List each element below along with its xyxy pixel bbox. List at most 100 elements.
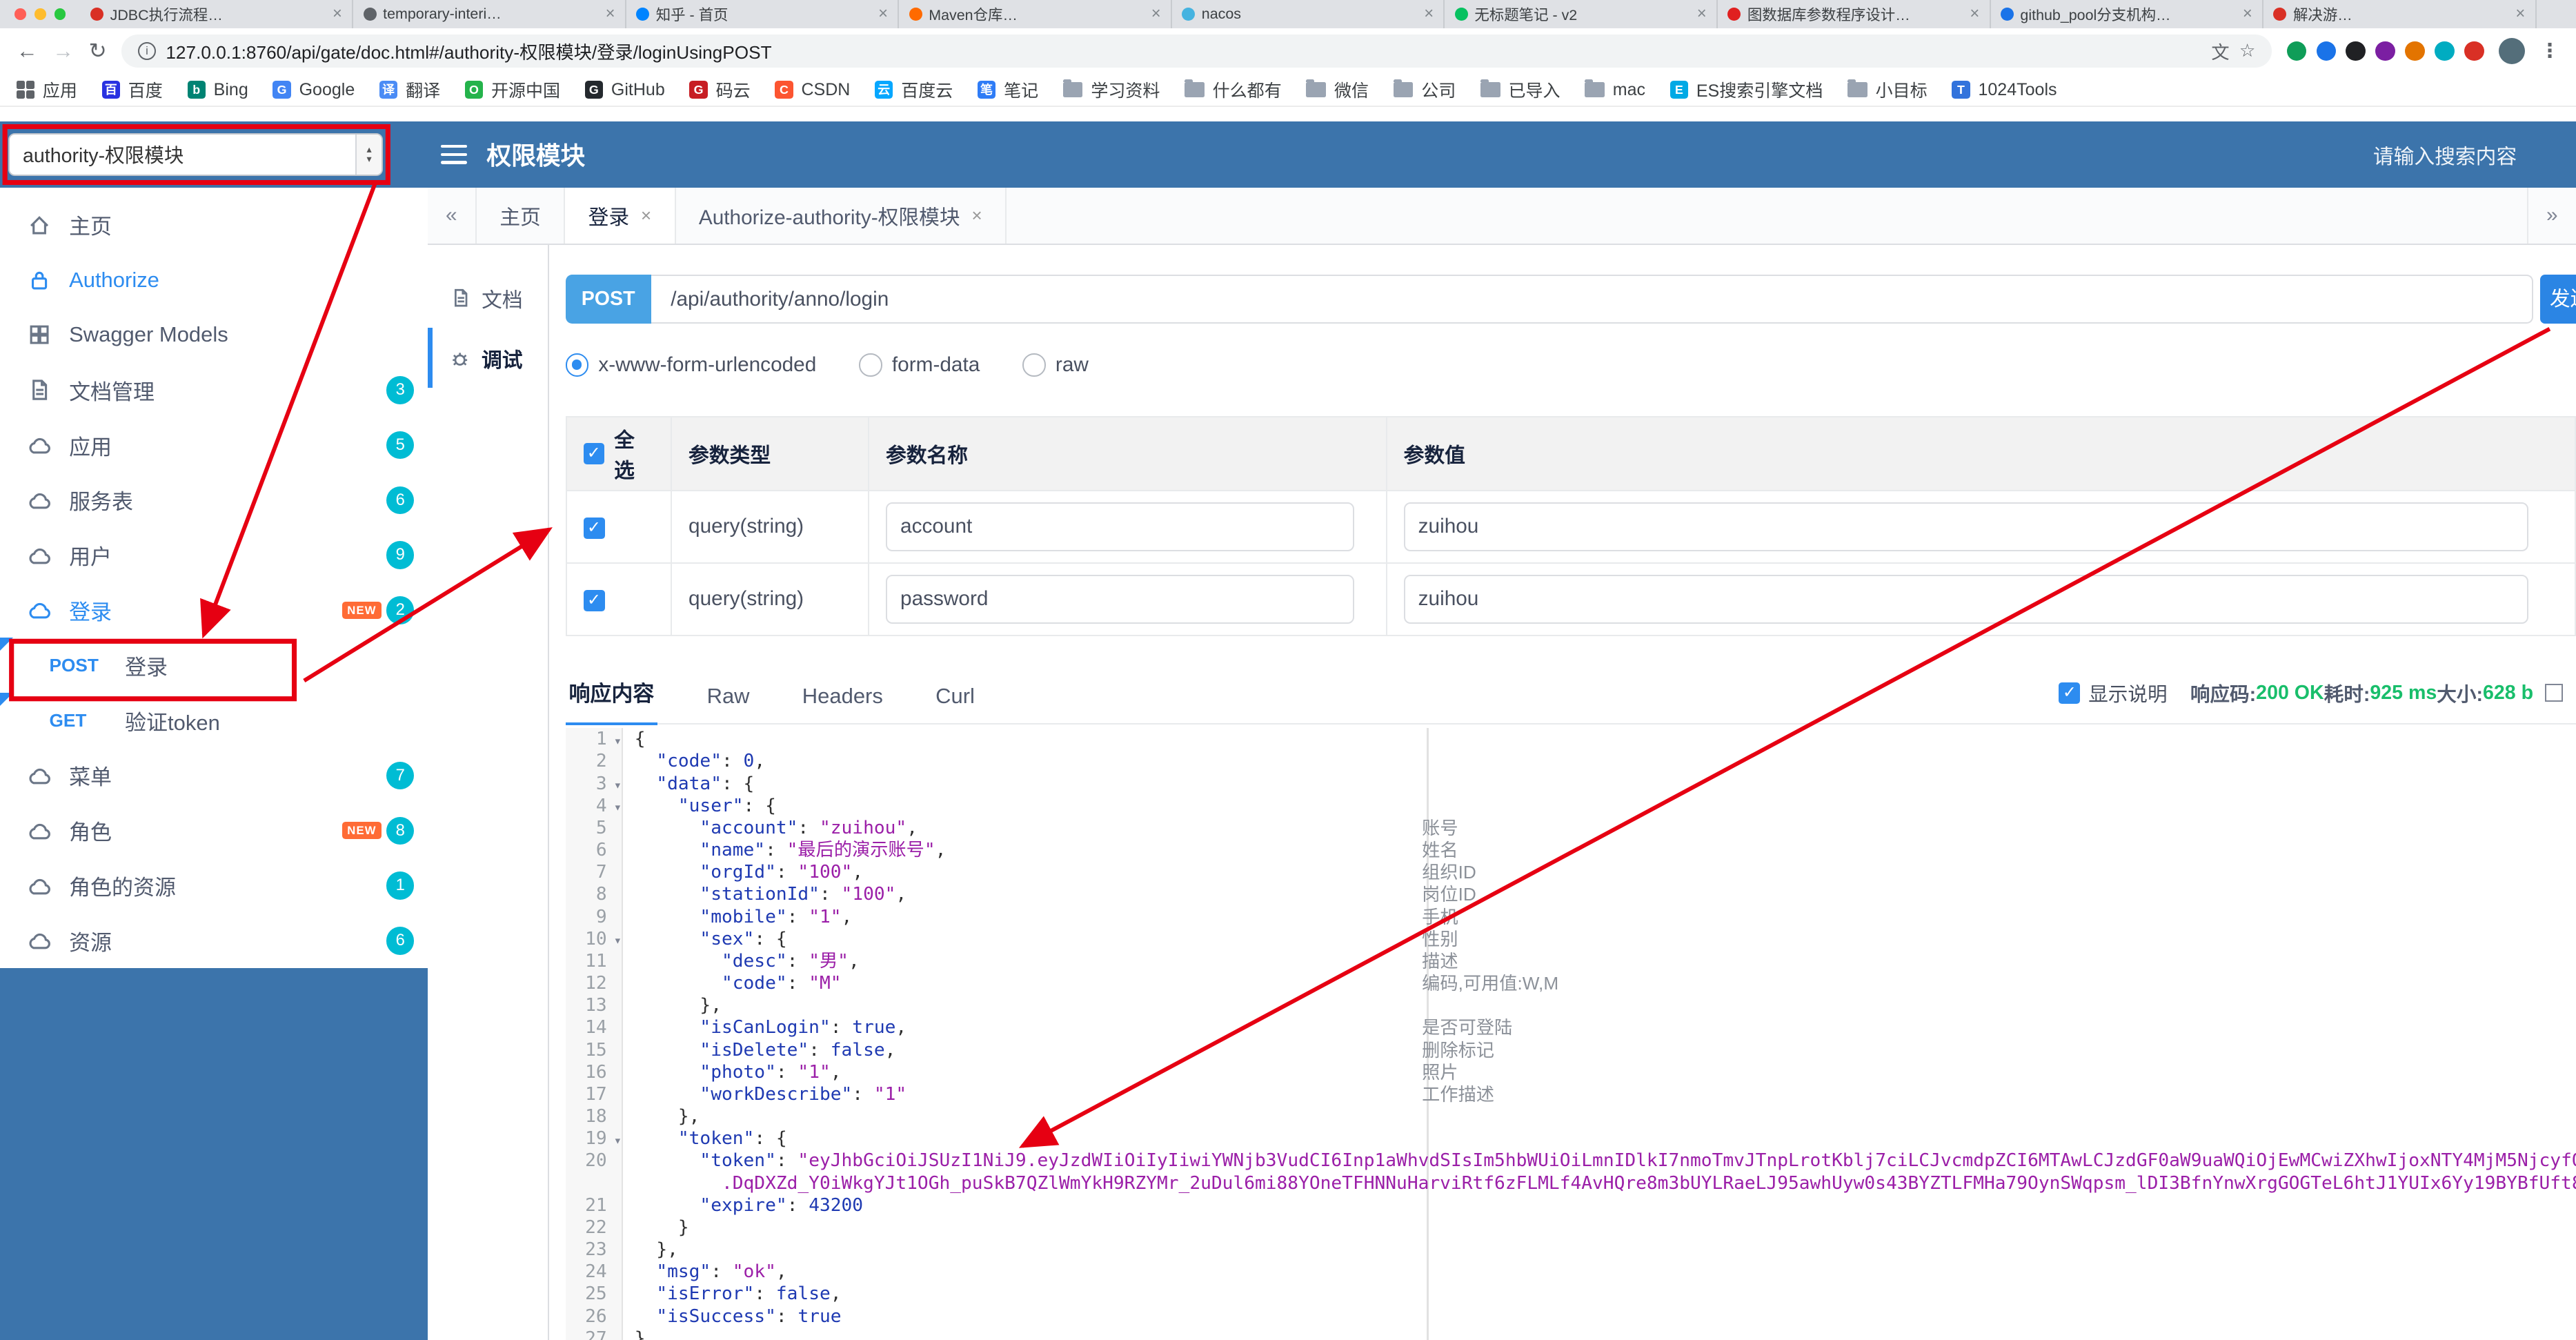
sidebar-item-12[interactable]: 角色的资源 1 [0,858,428,914]
browser-tab[interactable]: JDBC执行流程… × [81,0,354,28]
bookmark-item[interactable]: 译翻译 [379,77,440,102]
sidebar-item-7[interactable]: 登录 NEW 2 [0,583,428,638]
bookmark-item[interactable]: 百百度 [101,77,163,102]
bookmark-item[interactable]: mac [1585,79,1645,100]
extension-icon[interactable] [2286,41,2307,61]
browser-menu-icon[interactable]: ⋮ [2540,39,2560,63]
extension-icon[interactable] [2405,41,2425,61]
row-checkbox[interactable]: ✓ [583,517,605,539]
row-checkbox[interactable]: ✓ [583,589,605,611]
fold-caret[interactable]: ▾ [614,796,622,818]
tab-close-icon[interactable]: × [971,205,982,226]
extension-icon[interactable] [2464,41,2484,61]
extension-icon[interactable] [2346,41,2366,61]
param-value-input[interactable] [1403,574,2529,624]
page-info-icon[interactable]: i [137,41,157,60]
param-name-input[interactable] [885,574,1355,624]
doc-tab[interactable]: 登录 × [565,187,676,244]
select-all-checkbox[interactable]: ✓ [583,442,604,464]
bookmark-item[interactable]: 学习资料 [1062,77,1160,102]
sidebar-item-11[interactable]: 角色 NEW 8 [0,803,428,858]
select-stepper-icon[interactable]: ▴ ▾ [355,134,382,175]
tab-close-icon[interactable]: × [2515,4,2525,23]
bookmark-item[interactable]: T 1024Tools [1952,80,2057,100]
bookmark-item[interactable]: 已导入 [1480,77,1561,102]
show-desc-checkbox[interactable]: ✓ [2059,682,2081,704]
bookmark-item[interactable]: 小目标 [1847,77,1928,102]
browser-tab[interactable]: 无标题笔记 - v2 × [1445,0,1718,28]
forward-icon[interactable]: → [52,39,74,63]
side-nav-doc[interactable]: 文档 [428,268,548,328]
side-nav-debug[interactable]: 调试 [427,328,548,388]
param-value-input[interactable] [1403,502,2529,552]
browser-tab[interactable]: 图数据库参数程序设计… × [1718,0,1991,28]
tab-close-icon[interactable]: × [878,4,888,23]
fold-caret[interactable]: ▾ [614,1130,622,1152]
sidebar-item-10[interactable]: 菜单 7 [0,748,428,803]
address-bar[interactable]: i 127.0.0.1:8760/api/gate/doc.html#/auth… [121,35,2272,68]
sidebar-api-post[interactable]: POST 登录 [0,638,428,693]
browser-tab[interactable]: 解决游… × [2263,0,2537,28]
response-tab[interactable]: Raw [704,684,753,723]
tab-close-icon[interactable]: × [2243,4,2252,23]
sidebar-api-get[interactable]: GET 验证token [0,693,428,748]
profile-avatar[interactable] [2499,37,2526,64]
window-controls[interactable] [0,0,81,28]
browser-tab[interactable]: nacos × [1172,0,1445,28]
bookmark-item[interactable]: G 码云 [689,77,751,102]
url-text[interactable]: 127.0.0.1:8760/api/gate/doc.html#/author… [166,38,2201,64]
tab-close-icon[interactable]: × [606,4,615,23]
browser-tab[interactable]: github_pool分支机构… × [1991,0,2264,28]
extension-icon[interactable] [2375,41,2395,61]
tab-close-icon[interactable]: × [333,4,342,23]
expand-icon[interactable] [2544,684,2563,702]
collapse-right-icon[interactable]: » [2526,187,2576,244]
tab-close-icon[interactable]: × [1424,4,1434,23]
fold-caret[interactable]: ▾ [614,730,622,752]
response-tab[interactable]: 响应内容 [565,676,658,725]
bookmark-star-icon[interactable]: ☆ [2239,40,2256,61]
browser-tab[interactable]: 知乎 - 首页 × [626,0,900,28]
extension-icon[interactable] [2435,41,2455,61]
bookmark-item[interactable]: 微信 [1306,77,1369,102]
reload-icon[interactable]: ↻ [89,39,107,63]
sidebar-item-0[interactable]: 主页 [0,197,428,253]
browser-tab[interactable]: temporary-interi… × [353,0,626,28]
bookmark-item[interactable]: 应用 [16,77,77,102]
tab-close-icon[interactable]: × [1697,4,1707,23]
tab-close-icon[interactable]: × [1151,4,1161,23]
bookmark-item[interactable]: 什么都有 [1185,77,1282,102]
bookmark-item[interactable]: O 开源中国 [464,77,560,102]
doc-tab[interactable]: 主页 [477,187,566,244]
translate-icon[interactable]: 文 [2211,38,2229,64]
sidebar-item-3[interactable]: 文档管理 3 [0,362,428,417]
body-type-radio[interactable]: form-data [859,353,980,377]
bookmark-item[interactable]: G GitHub [584,80,665,100]
param-name-input[interactable] [885,502,1355,552]
response-tab[interactable]: Curl [932,684,978,723]
send-button[interactable]: 发送 [2539,274,2576,324]
tab-close-icon[interactable]: × [641,205,651,226]
body-type-radio[interactable]: raw [1022,353,1089,377]
sidebar-item-6[interactable]: 用户 9 [0,528,428,583]
bookmark-item[interactable]: 公司 [1393,77,1456,102]
doc-tab[interactable]: Authorize-authority-权限模块 × [676,187,1007,244]
browser-tab[interactable]: Maven仓库… × [899,0,1172,28]
bookmark-item[interactable]: 云百度云 [875,77,953,102]
sidebar-item-4[interactable]: 应用 5 [0,417,428,473]
group-select[interactable]: authority-权限模块 ▴ ▾ [8,132,384,176]
bookmark-item[interactable]: G Google [273,80,355,100]
extension-icon[interactable] [2316,41,2337,61]
body-type-radio[interactable]: x-www-form-urlencoded [565,353,816,377]
header-search-input[interactable]: 请输入搜索内容 [2373,139,2517,170]
sidebar-item-13[interactable]: 资源 6 [0,913,428,968]
request-url[interactable]: /api/authority/anno/login [651,274,2534,324]
fold-caret[interactable]: ▾ [614,774,622,796]
bookmark-item[interactable]: 笔笔记 [977,77,1038,102]
back-icon[interactable]: ← [17,39,38,63]
fold-caret[interactable]: ▾ [614,929,622,952]
sidebar-item-1[interactable]: Authorize [0,253,428,308]
bookmark-item[interactable]: b Bing [187,80,248,100]
sidebar-item-2[interactable]: Swagger Models [0,308,428,363]
tab-close-icon[interactable]: × [1970,4,1979,23]
